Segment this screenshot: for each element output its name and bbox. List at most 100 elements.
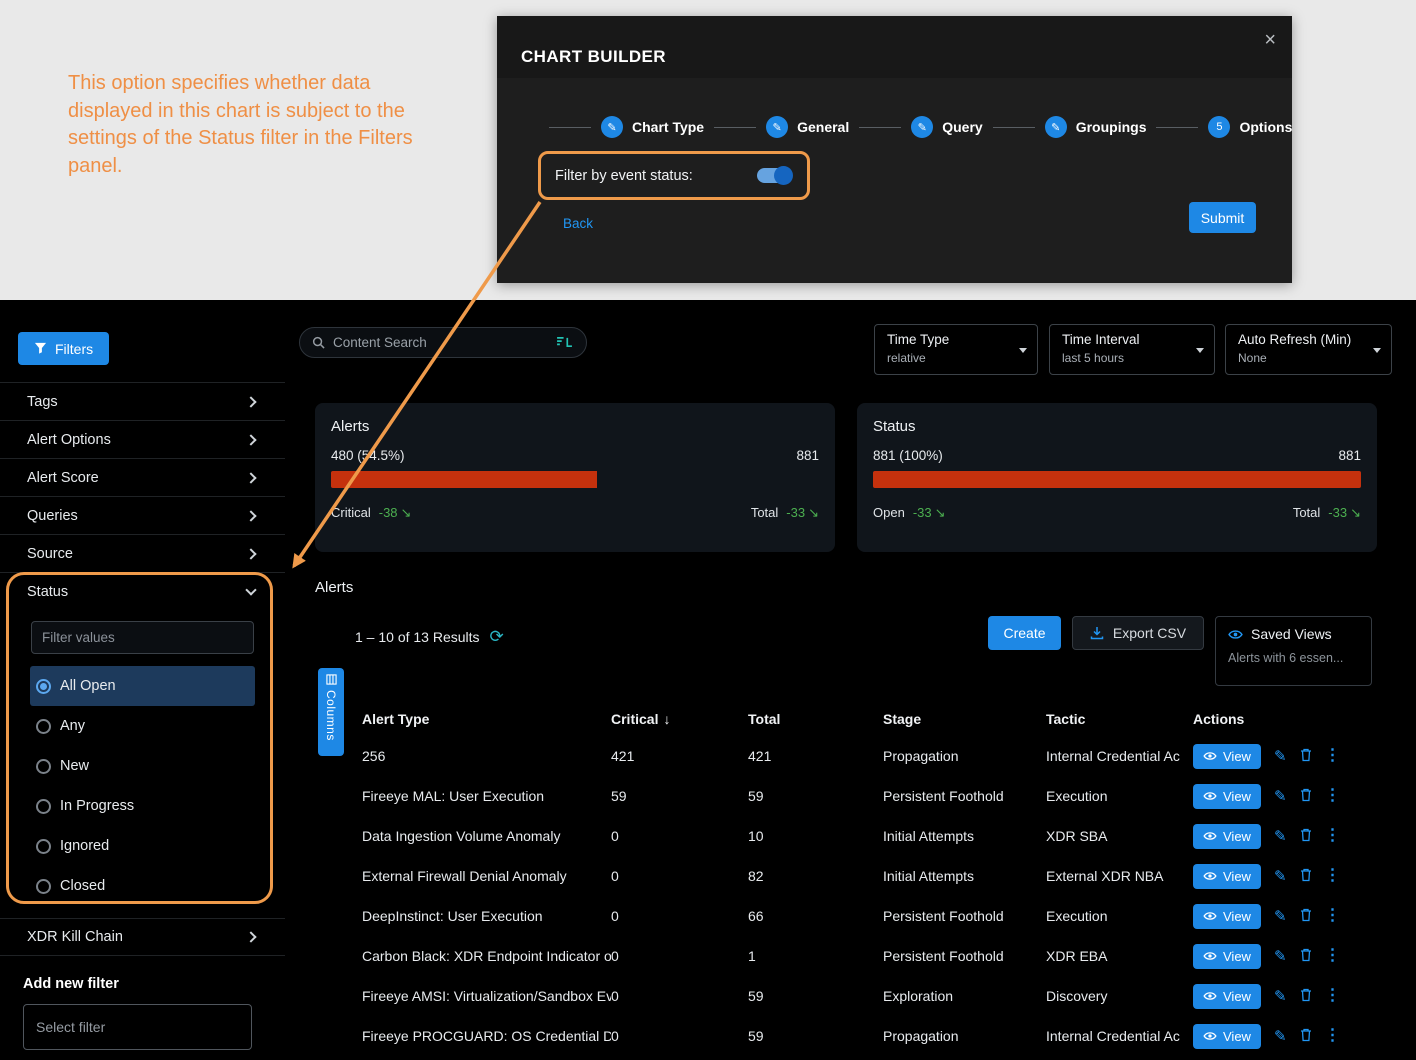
stepper-step[interactable]: ✎ General — [704, 116, 849, 138]
view-button[interactable]: View — [1193, 984, 1261, 1009]
header-actions: Actions — [1193, 711, 1400, 727]
edit-icon[interactable]: ✎ — [1274, 909, 1287, 924]
create-button[interactable]: Create — [988, 616, 1061, 650]
header-tactic[interactable]: Tactic — [1046, 711, 1193, 727]
sidebar-item-status[interactable]: Status — [0, 573, 285, 611]
cell-stage: Initial Attempts — [883, 868, 1046, 884]
table-row[interactable]: Data Ingestion Volume Anomaly 0 10 Initi… — [348, 816, 1400, 856]
delete-icon[interactable] — [1300, 988, 1312, 1004]
sidebar-item[interactable]: Tags — [0, 383, 285, 421]
header-stage[interactable]: Stage — [883, 711, 1046, 727]
filters-button[interactable]: Filters — [18, 332, 109, 365]
cell-alert-type: Carbon Black: XDR Endpoint Indicator o — [348, 948, 611, 964]
header-total[interactable]: Total — [748, 711, 883, 727]
time-type-dropdown[interactable]: Time Type relative — [874, 324, 1038, 375]
kebab-menu-icon[interactable]: ⋮ — [1325, 868, 1341, 884]
edit-icon[interactable]: ✎ — [1274, 869, 1287, 884]
status-option[interactable]: New — [30, 746, 255, 786]
sidebar-item[interactable]: Queries — [0, 497, 285, 535]
delete-icon[interactable] — [1300, 868, 1312, 884]
cell-critical: 0 — [611, 988, 748, 1004]
status-option[interactable]: Any — [30, 706, 255, 746]
auto-refresh-dropdown[interactable]: Auto Refresh (Min) None — [1225, 324, 1392, 375]
sidebar-item[interactable]: Alert Options — [0, 421, 285, 459]
delete-icon[interactable] — [1300, 948, 1312, 964]
delete-icon[interactable] — [1300, 908, 1312, 924]
status-option[interactable]: In Progress — [30, 786, 255, 826]
stepper-step[interactable]: ✎ Chart Type — [539, 116, 704, 138]
close-icon[interactable]: × — [1264, 29, 1276, 52]
edit-icon[interactable]: ✎ — [1274, 749, 1287, 764]
kebab-menu-icon[interactable]: ⋮ — [1325, 948, 1341, 964]
sidebar-item[interactable]: Alert Score — [0, 459, 285, 497]
edit-icon[interactable]: ✎ — [1274, 989, 1287, 1004]
view-button[interactable]: View — [1193, 944, 1261, 969]
status-option[interactable]: Closed — [30, 866, 255, 906]
export-csv-label: Export CSV — [1113, 625, 1186, 641]
edit-icon[interactable]: ✎ — [1274, 829, 1287, 844]
kebab-menu-icon[interactable]: ⋮ — [1325, 788, 1341, 804]
alerts-table: Alert Type Critical↓ Total Stage Tactic … — [348, 702, 1400, 1056]
saved-views-button[interactable]: Saved Views Alerts with 6 essen... — [1215, 616, 1372, 686]
eye-icon — [1203, 751, 1217, 761]
export-csv-button[interactable]: Export CSV — [1072, 616, 1204, 650]
filter-by-event-status-toggle[interactable] — [757, 168, 791, 183]
view-button[interactable]: View — [1193, 824, 1261, 849]
table-row[interactable]: Carbon Black: XDR Endpoint Indicator o 0… — [348, 936, 1400, 976]
step-icon: 5 — [1208, 116, 1230, 138]
chevron-right-icon — [245, 548, 256, 559]
view-button[interactable]: View — [1193, 904, 1261, 929]
header-critical[interactable]: Critical↓ — [611, 711, 748, 727]
trend-down-icon: ↘ — [401, 505, 412, 520]
kebab-menu-icon[interactable]: ⋮ — [1325, 908, 1341, 924]
table-row[interactable]: Fireeye AMSI: Virtualization/Sandbox Ev … — [348, 976, 1400, 1016]
time-interval-dropdown[interactable]: Time Interval last 5 hours — [1049, 324, 1215, 375]
stepper-step[interactable]: 5 Options — [1146, 116, 1292, 138]
submit-button[interactable]: Submit — [1189, 202, 1256, 233]
delete-icon[interactable] — [1300, 1028, 1312, 1044]
columns-button[interactable]: Columns — [318, 668, 344, 756]
cell-tactic: XDR EBA — [1046, 948, 1193, 964]
delete-icon[interactable] — [1300, 828, 1312, 844]
chevron-down-icon — [1019, 348, 1027, 353]
trend-down-icon: ↘ — [1350, 505, 1361, 520]
table-row[interactable]: 256 421 421 Propagation Internal Credent… — [348, 736, 1400, 776]
stepper-step[interactable]: ✎ Query — [849, 116, 982, 138]
sidebar-item-label: Source — [27, 546, 73, 562]
content-search[interactable] — [299, 327, 587, 358]
edit-icon[interactable]: ✎ — [1274, 789, 1287, 804]
sidebar-items: Tags Alert Options Alert Score Queries — [0, 382, 285, 573]
kebab-menu-icon[interactable]: ⋮ — [1325, 988, 1341, 1004]
back-link[interactable]: Back — [563, 216, 593, 231]
columns-button-label: Columns — [324, 690, 338, 741]
status-option[interactable]: Ignored — [30, 826, 255, 866]
edit-icon[interactable]: ✎ — [1274, 1029, 1287, 1044]
view-button[interactable]: View — [1193, 744, 1261, 769]
table-row[interactable]: DeepInstinct: User Execution 0 66 Persis… — [348, 896, 1400, 936]
sidebar-item[interactable]: Source — [0, 535, 285, 573]
refresh-icon[interactable]: ⟳ — [490, 627, 504, 647]
content-search-input[interactable] — [333, 335, 547, 350]
view-button[interactable]: View — [1193, 784, 1261, 809]
kebab-menu-icon[interactable]: ⋮ — [1325, 1028, 1341, 1044]
view-button[interactable]: View — [1193, 1024, 1261, 1049]
radio-icon — [36, 759, 51, 774]
sidebar-item-label: Queries — [27, 508, 78, 524]
select-filter-input[interactable] — [23, 1004, 252, 1050]
stepper-step[interactable]: ✎ Groupings — [983, 116, 1147, 138]
delete-icon[interactable] — [1300, 788, 1312, 804]
filter-values-input[interactable] — [31, 621, 254, 654]
stat-bar — [331, 471, 819, 488]
edit-icon[interactable]: ✎ — [1274, 949, 1287, 964]
kebab-menu-icon[interactable]: ⋮ — [1325, 828, 1341, 844]
table-row[interactable]: Fireeye PROCGUARD: OS Credential D 0 59 … — [348, 1016, 1400, 1056]
delete-icon[interactable] — [1300, 748, 1312, 764]
sidebar-item-xdr-kill-chain[interactable]: XDR Kill Chain — [0, 918, 285, 956]
status-option[interactable]: All Open — [30, 666, 255, 706]
table-row[interactable]: External Firewall Denial Anomaly 0 82 In… — [348, 856, 1400, 896]
header-alert-type[interactable]: Alert Type — [348, 711, 611, 727]
view-button[interactable]: View — [1193, 864, 1261, 889]
table-row[interactable]: Fireeye MAL: User Execution 59 59 Persis… — [348, 776, 1400, 816]
cell-actions: View ✎ ⋮ — [1193, 984, 1400, 1009]
kebab-menu-icon[interactable]: ⋮ — [1325, 748, 1341, 764]
